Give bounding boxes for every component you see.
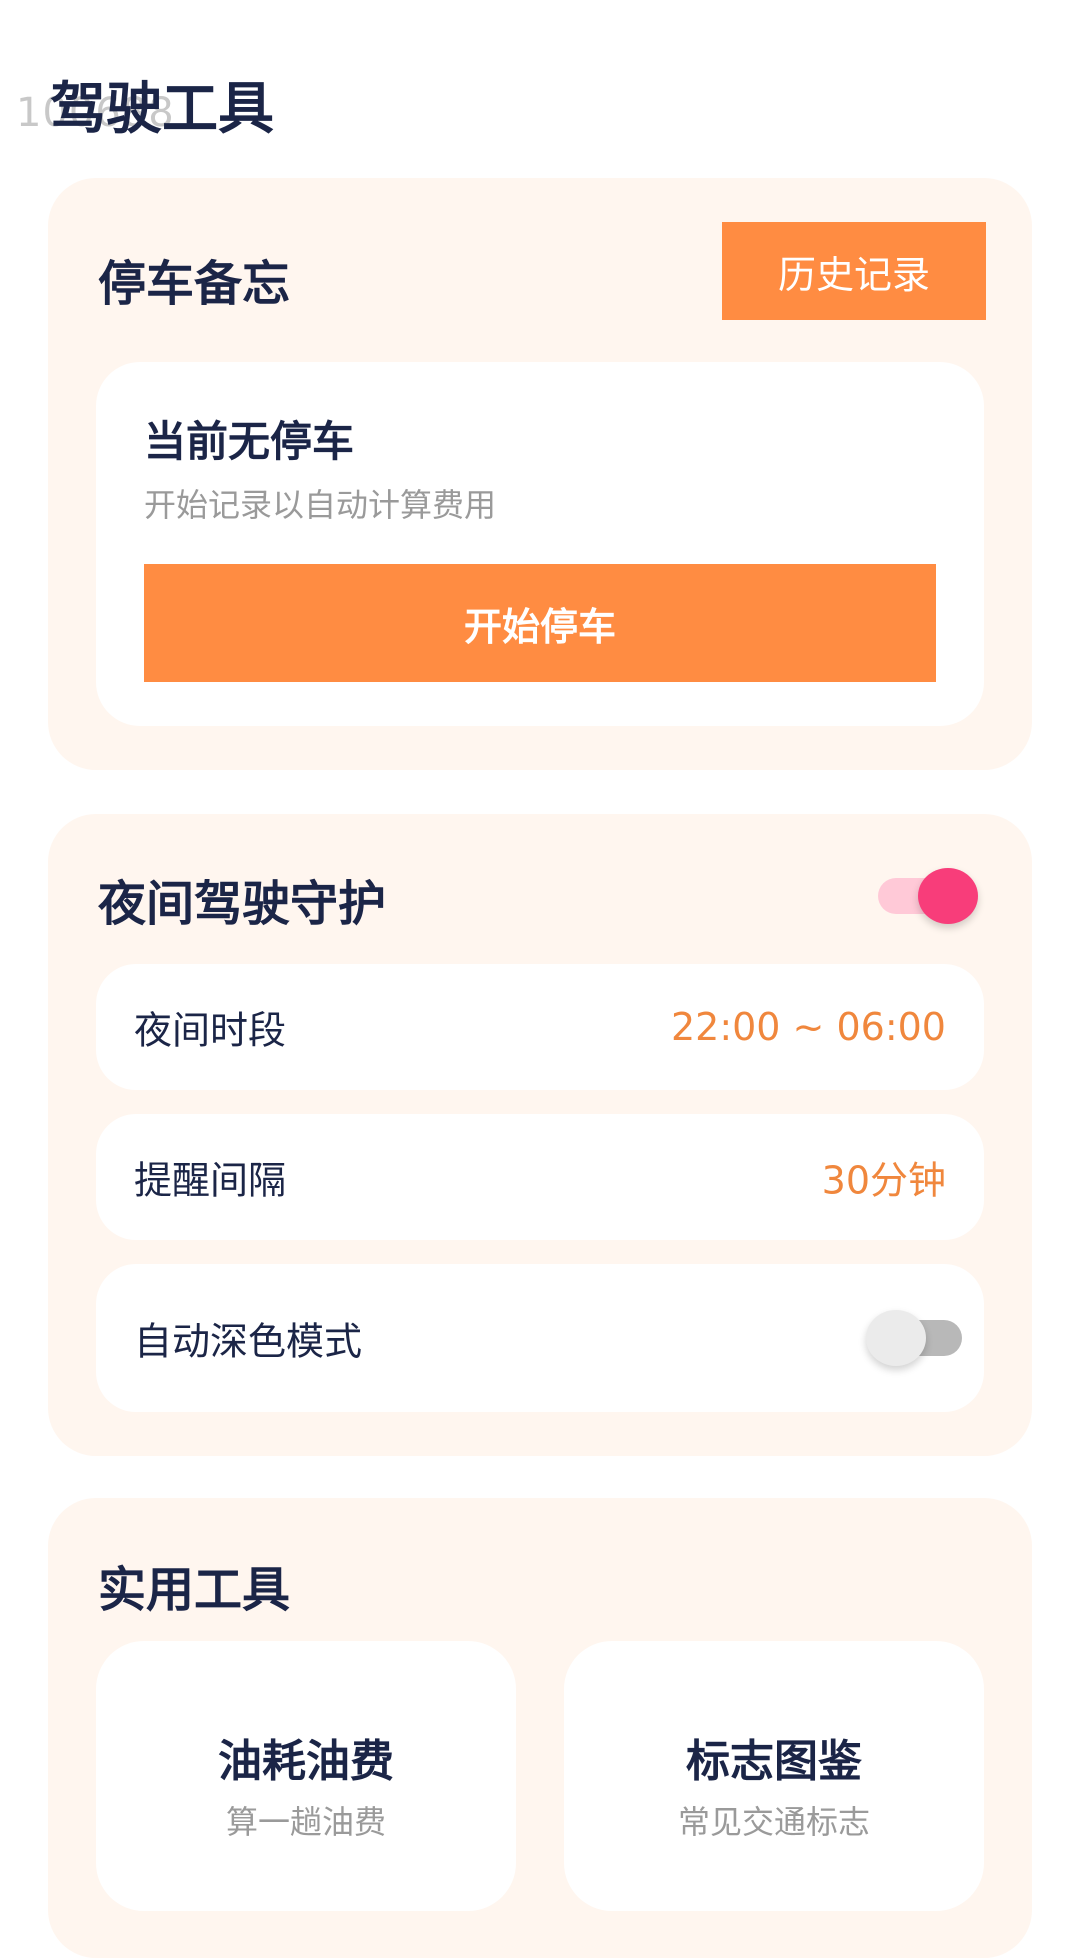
history-button[interactable]: 历史记录 <box>722 222 986 320</box>
reminder-interval-label: 提醒间隔 <box>134 1158 287 1203</box>
auto-dark-mode-row: 自动深色模式 <box>96 1264 984 1412</box>
toggle-knob <box>918 868 978 924</box>
night-driving-card: 夜间驾驶守护 夜间时段 22:00 ~ 06:00 提醒间隔 30分钟 自动深色… <box>48 814 1032 1456</box>
fuel-cost-tool[interactable]: 油耗油费 算一趟油费 <box>96 1641 516 1911</box>
parking-memo-card: 停车备忘 历史记录 当前无停车 开始记录以自动计算费用 开始停车 <box>48 178 1032 770</box>
tool-name: 油耗油费 <box>218 1736 394 1787</box>
start-parking-button[interactable]: 开始停车 <box>144 564 936 682</box>
night-period-label: 夜间时段 <box>134 1008 287 1053</box>
parking-status-panel: 当前无停车 开始记录以自动计算费用 开始停车 <box>96 362 984 726</box>
utility-tools-title: 实用工具 <box>98 1562 291 1618</box>
toggle-knob <box>866 1310 926 1366</box>
parking-memo-title: 停车备忘 <box>98 256 291 312</box>
night-guard-toggle[interactable] <box>878 866 978 926</box>
tool-desc: 算一趟油费 <box>225 1803 386 1841</box>
parking-status-text: 当前无停车 <box>144 417 355 466</box>
tool-name: 标志图鉴 <box>686 1736 862 1787</box>
night-driving-title: 夜间驾驶守护 <box>98 876 387 932</box>
night-period-value: 22:00 ~ 06:00 <box>670 1005 946 1049</box>
night-period-row[interactable]: 夜间时段 22:00 ~ 06:00 <box>96 964 984 1090</box>
auto-dark-mode-label: 自动深色模式 <box>134 1319 363 1364</box>
reminder-interval-row[interactable]: 提醒间隔 30分钟 <box>96 1114 984 1240</box>
parking-hint-text: 开始记录以自动计算费用 <box>144 486 497 524</box>
tool-desc: 常见交通标志 <box>677 1803 870 1841</box>
traffic-signs-tool[interactable]: 标志图鉴 常见交通标志 <box>564 1641 984 1911</box>
page-title: 驾驶工具 <box>50 77 274 142</box>
utility-tools-card: 实用工具 油耗油费 算一趟油费 标志图鉴 常见交通标志 <box>48 1498 1032 1958</box>
auto-dark-mode-toggle[interactable] <box>866 1308 966 1368</box>
reminder-interval-value: 30分钟 <box>821 1158 946 1203</box>
